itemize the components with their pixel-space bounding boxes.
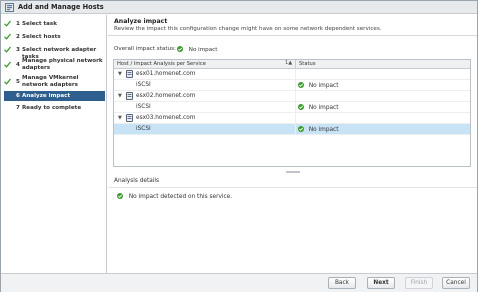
back-button[interactable]: Back — [328, 277, 356, 289]
cell-divider — [295, 102, 296, 113]
check-icon — [4, 61, 11, 68]
service-row-selected[interactable]: iSCSI No impact — [114, 124, 470, 135]
host-row[interactable]: ▼ esx02.homenet.com — [114, 91, 470, 102]
overall-status-text: No impact — [188, 47, 218, 53]
details-message-text: No impact detected on this service. — [128, 194, 233, 200]
ok-status-icon — [177, 46, 183, 52]
service-name: iSCSI — [136, 104, 151, 110]
column-divider[interactable] — [295, 60, 296, 69]
page-subtitle: Review the impact this configuration cha… — [114, 26, 382, 32]
host-icon — [126, 70, 133, 78]
step-label: Analyze impact — [22, 93, 71, 99]
check-icon — [4, 33, 11, 40]
service-status: No impact — [298, 104, 339, 111]
collapse-toggle-icon[interactable]: ▼ — [118, 115, 122, 121]
step-number: 3 — [16, 47, 20, 53]
cell-divider — [295, 91, 296, 102]
cell-divider — [295, 80, 296, 91]
step-label: Manage VMkernel network adapters — [22, 75, 79, 88]
status-text: No impact — [308, 83, 339, 89]
step-number: 6 — [16, 93, 20, 99]
column-header-host[interactable]: Host / Impact Analysis per Service — [117, 61, 206, 67]
step-number: 5 — [16, 79, 20, 85]
host-name: esx03.homenet.com — [136, 115, 196, 121]
step-label: Manage physical network adapters — [22, 58, 103, 71]
details-divider — [108, 187, 477, 188]
host-row[interactable]: ▼ esx01.homenet.com — [114, 69, 470, 80]
next-button[interactable]: Next — [367, 277, 395, 289]
step-number: 2 — [16, 34, 20, 40]
column-header-status[interactable]: Status — [299, 61, 316, 67]
service-row[interactable]: iSCSI No impact — [114, 80, 470, 91]
ok-status-icon — [298, 82, 304, 88]
step-number: 1 — [16, 21, 20, 27]
ok-status-icon — [117, 193, 123, 199]
step-analyze-impact[interactable]: 6 Analyze impact — [4, 91, 105, 101]
status-text: No impact — [308, 105, 339, 111]
window-title: Add and Manage Hosts — [18, 3, 104, 11]
check-icon — [4, 20, 11, 27]
collapse-toggle-icon[interactable]: ▼ — [118, 93, 122, 99]
service-status: No impact — [298, 82, 339, 89]
ok-status-icon — [298, 126, 304, 132]
header-divider — [108, 35, 477, 36]
host-name: esx01.homenet.com — [136, 71, 196, 77]
details-message: No impact detected on this service. — [117, 193, 232, 200]
service-status: No impact — [298, 126, 339, 133]
host-name: esx02.homenet.com — [136, 93, 196, 99]
page-title: Analyze impact — [114, 18, 168, 25]
host-icon — [126, 92, 133, 100]
check-icon — [4, 46, 11, 53]
step-select-hosts[interactable]: 2 Select hosts — [1, 31, 107, 43]
splitter-grip-icon[interactable] — [286, 171, 300, 173]
step-label: Select task — [22, 21, 57, 27]
collapse-toggle-icon[interactable]: ▼ — [118, 71, 122, 77]
sort-indicator[interactable]: 1▲ — [285, 60, 292, 66]
cell-divider — [295, 124, 296, 135]
panel-splitter[interactable] — [108, 170, 477, 173]
wizard-steps: 1 Select task 2 Select hosts 3 Select ne… — [1, 15, 107, 273]
details-title: Analysis details — [114, 178, 160, 184]
wizard-footer: Back Next Finish Cancel — [1, 273, 477, 292]
status-text: No impact — [308, 127, 339, 133]
step-ready-to-complete[interactable]: 7 Ready to complete — [1, 103, 107, 115]
cell-divider — [295, 113, 296, 124]
overall-status-label: Overall impact status: — [114, 46, 176, 52]
cell-divider — [295, 69, 296, 80]
overall-status-value: No impact — [177, 46, 217, 53]
wizard-icon — [5, 3, 14, 12]
ok-status-icon — [298, 104, 304, 110]
service-row[interactable]: iSCSI No impact — [114, 102, 470, 113]
step-label: Ready to complete — [22, 105, 82, 111]
service-name: iSCSI — [136, 82, 151, 88]
step-number: 7 — [16, 105, 20, 111]
host-icon — [126, 114, 133, 122]
step-manage-physical-adapters[interactable]: 4 Manage physical network adapters — [1, 57, 107, 73]
cancel-button[interactable]: Cancel — [442, 277, 470, 289]
wizard-window: Add and Manage Hosts 1 Select task 2 Sel… — [0, 0, 478, 292]
service-name: iSCSI — [136, 126, 151, 132]
check-icon — [4, 78, 11, 85]
host-row[interactable]: ▼ esx03.homenet.com — [114, 113, 470, 124]
step-manage-vmkernel-adapters[interactable]: 5 Manage VMkernel network adapters — [1, 74, 107, 90]
main-panel: Analyze impact Review the impact this co… — [108, 15, 477, 273]
impact-grid: Host / Impact Analysis per Service 1▲ St… — [113, 59, 471, 167]
step-label: Select hosts — [22, 34, 61, 40]
step-number: 4 — [16, 62, 20, 68]
finish-button[interactable]: Finish — [405, 277, 433, 289]
grid-header: Host / Impact Analysis per Service 1▲ St… — [114, 60, 470, 69]
step-select-adapter-tasks[interactable]: 3 Select network adapter tasks — [1, 44, 107, 60]
step-select-task[interactable]: 1 Select task — [1, 18, 107, 30]
title-bar: Add and Manage Hosts — [1, 1, 477, 14]
